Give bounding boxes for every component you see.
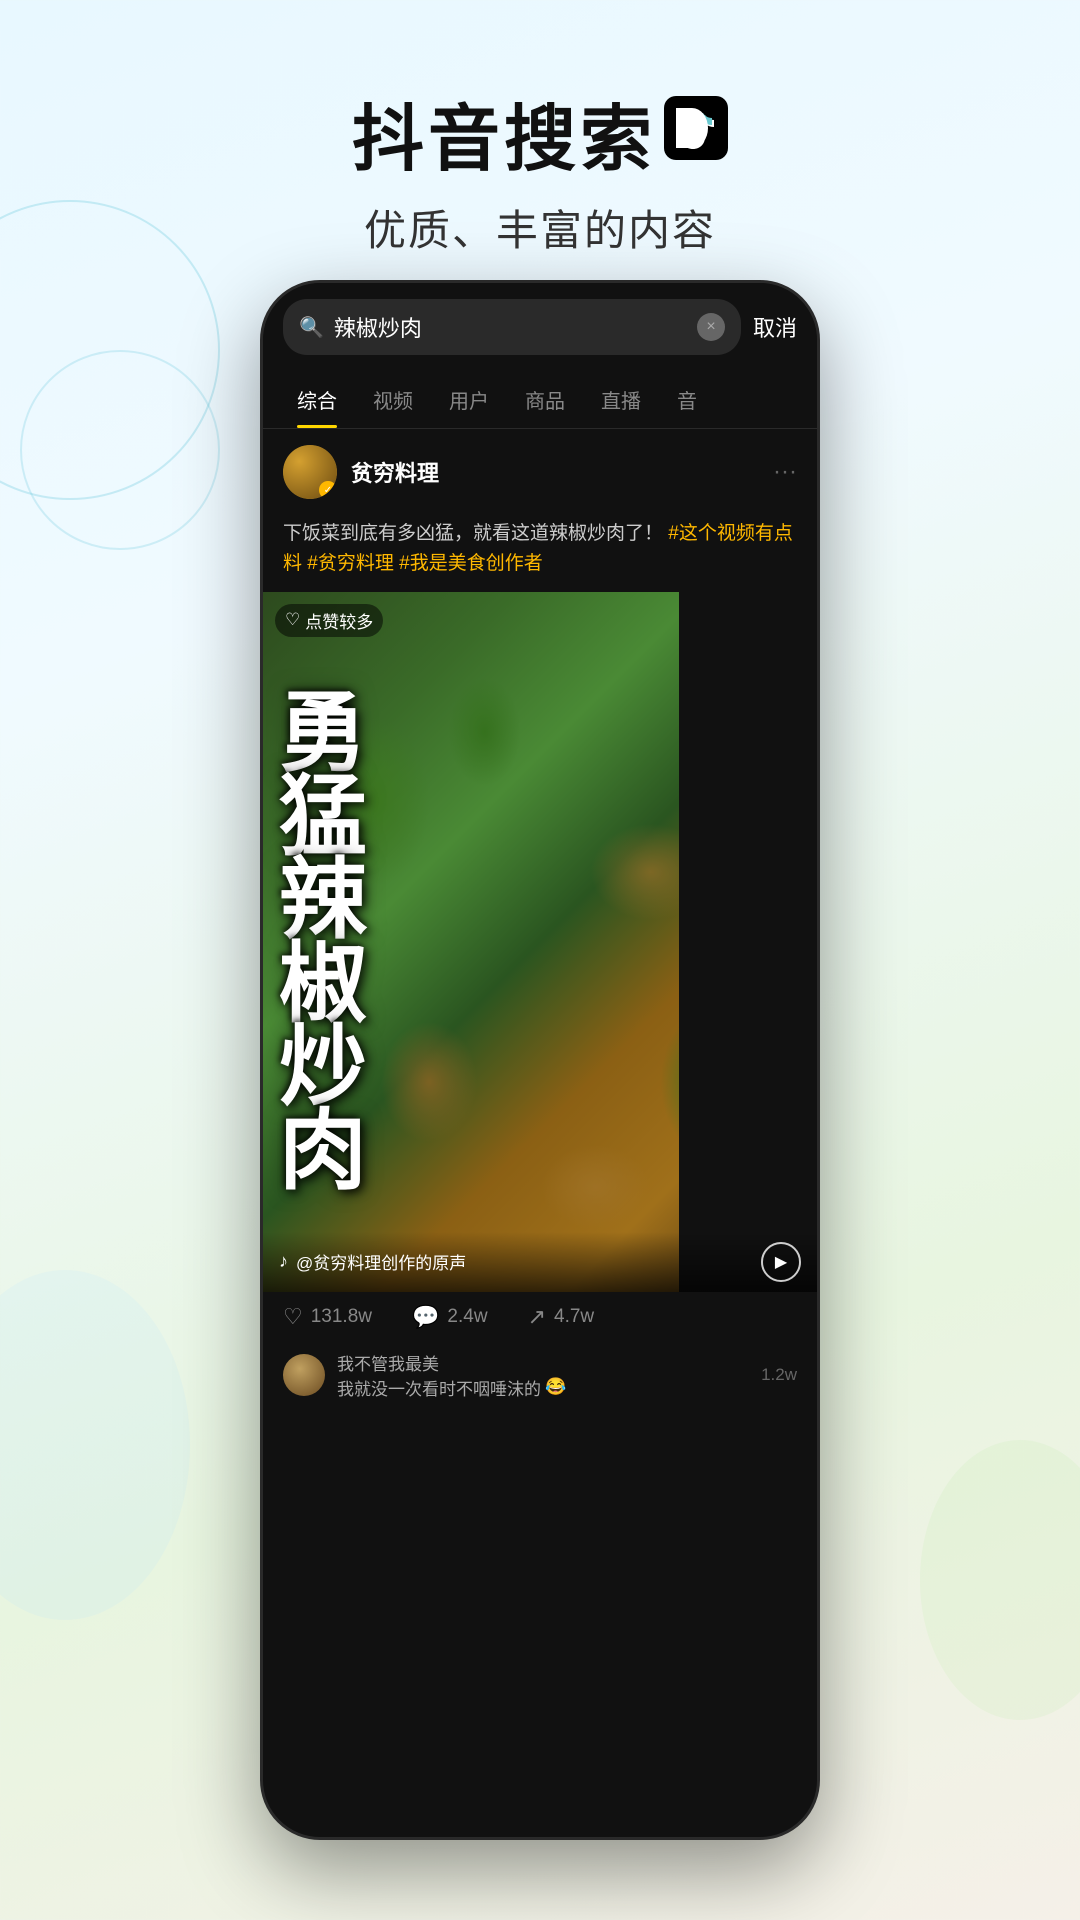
comment-info: 我不管我最美 我就没一次看时不咽唾沫的 😂 bbox=[337, 1350, 749, 1400]
avatar: ✓ bbox=[283, 445, 337, 499]
tab-音[interactable]: 音 bbox=[659, 371, 715, 428]
post-text: 下饭菜到底有多凶猛，就看这道辣椒炒肉了！ #这个视频有点料 #贫穷料理 #我是美… bbox=[263, 515, 817, 592]
phone-container: 🔍 辣椒炒肉 × 取消 综合 视频 用户 bbox=[260, 280, 820, 1840]
user-name: 贫穷料理 bbox=[351, 456, 439, 488]
search-icon: 🔍 bbox=[299, 315, 324, 340]
shares-stat[interactable]: ↗ 4.7w bbox=[528, 1304, 595, 1330]
comment-content: 我就没一次看时不咽唾沫的 bbox=[337, 1375, 541, 1400]
tab-直播[interactable]: 直播 bbox=[583, 371, 659, 428]
more-options-icon[interactable]: ··· bbox=[773, 458, 797, 486]
shares-count: 4.7w bbox=[554, 1306, 594, 1328]
tiktok-logo-icon bbox=[664, 96, 728, 160]
tab-label-用户: 用户 bbox=[449, 391, 489, 413]
big-text: 勇猛辣椒炒肉 bbox=[279, 691, 671, 1193]
comment-preview[interactable]: 我不管我最美 我就没一次看时不咽唾沫的 😂 1.2w bbox=[263, 1342, 817, 1412]
post-description: 下饭菜到底有多凶猛，就看这道辣椒炒肉了！ bbox=[283, 523, 663, 544]
comments-count: 2.4w bbox=[447, 1306, 487, 1328]
cancel-button[interactable]: 取消 bbox=[753, 311, 797, 343]
tab-综合[interactable]: 综合 bbox=[279, 371, 355, 428]
likes-stat[interactable]: ♡ 131.8w bbox=[283, 1304, 372, 1330]
tiktok-note-icon: ♪ bbox=[279, 1251, 288, 1272]
tab-label-商品: 商品 bbox=[525, 391, 565, 413]
tab-商品[interactable]: 商品 bbox=[507, 371, 583, 428]
verified-badge: ✓ bbox=[319, 481, 337, 499]
play-icon: ▶ bbox=[775, 1252, 787, 1272]
sound-text: @贫穷料理创作的原声 bbox=[296, 1249, 466, 1274]
clear-button[interactable]: × bbox=[697, 313, 725, 341]
tab-视频[interactable]: 视频 bbox=[355, 371, 431, 428]
main-title: 抖音搜索 bbox=[352, 80, 656, 185]
comments-stat[interactable]: 💬 2.4w bbox=[412, 1304, 488, 1330]
clear-icon-symbol: × bbox=[706, 318, 715, 336]
bg-blob-left bbox=[0, 1270, 190, 1620]
phone-frame: 🔍 辣椒炒肉 × 取消 综合 视频 用户 bbox=[260, 280, 820, 1840]
bg-blob-right bbox=[920, 1440, 1080, 1720]
tab-label-直播: 直播 bbox=[601, 391, 641, 413]
phone-inner: 🔍 辣椒炒肉 × 取消 综合 视频 用户 bbox=[263, 283, 817, 1837]
user-card[interactable]: ✓ 贫穷料理 ··· bbox=[263, 429, 817, 515]
comment-emoji: 😂 bbox=[545, 1377, 566, 1397]
subtitle: 优质、丰富的内容 bbox=[0, 197, 1080, 258]
video-bottom-bar: ♪ @贫穷料理创作的原声 ▶ bbox=[263, 1232, 817, 1292]
commenter-name: 我不管我最美 bbox=[337, 1350, 749, 1375]
tab-label-视频: 视频 bbox=[373, 391, 413, 413]
comment-text: 我就没一次看时不咽唾沫的 😂 bbox=[337, 1375, 749, 1400]
likes-count: 131.8w bbox=[311, 1306, 372, 1328]
search-query-text: 辣椒炒肉 bbox=[334, 311, 687, 343]
tab-label-音: 音 bbox=[677, 391, 697, 413]
comment-like-count: 1.2w bbox=[761, 1365, 797, 1385]
tab-label-综合: 综合 bbox=[297, 391, 337, 413]
search-bar: 🔍 辣椒炒肉 × 取消 bbox=[263, 283, 817, 371]
header: 抖音搜索 优质、丰富的内容 bbox=[0, 0, 1080, 298]
video-thumbnail[interactable]: ♡ 点赞较多 勇猛辣椒炒肉 ♪ @贫穷料理创作的原声 ▶ bbox=[263, 592, 817, 1292]
bg-circle-2 bbox=[20, 350, 220, 550]
video-text-overlay: 勇猛辣椒炒肉 bbox=[263, 592, 817, 1292]
play-button[interactable]: ▶ bbox=[761, 1242, 801, 1282]
tab-bar: 综合 视频 用户 商品 直播 音 bbox=[263, 371, 817, 429]
heart-icon: ♡ bbox=[283, 1304, 303, 1330]
commenter-avatar bbox=[283, 1354, 325, 1396]
search-input-area[interactable]: 🔍 辣椒炒肉 × bbox=[283, 299, 741, 355]
share-icon: ↗ bbox=[528, 1304, 546, 1330]
title-row: 抖音搜索 bbox=[0, 80, 1080, 185]
comment-icon: 💬 bbox=[412, 1304, 439, 1330]
stats-bar: ♡ 131.8w 💬 2.4w ↗ 4.7w bbox=[263, 1292, 817, 1342]
tab-用户[interactable]: 用户 bbox=[431, 371, 507, 428]
